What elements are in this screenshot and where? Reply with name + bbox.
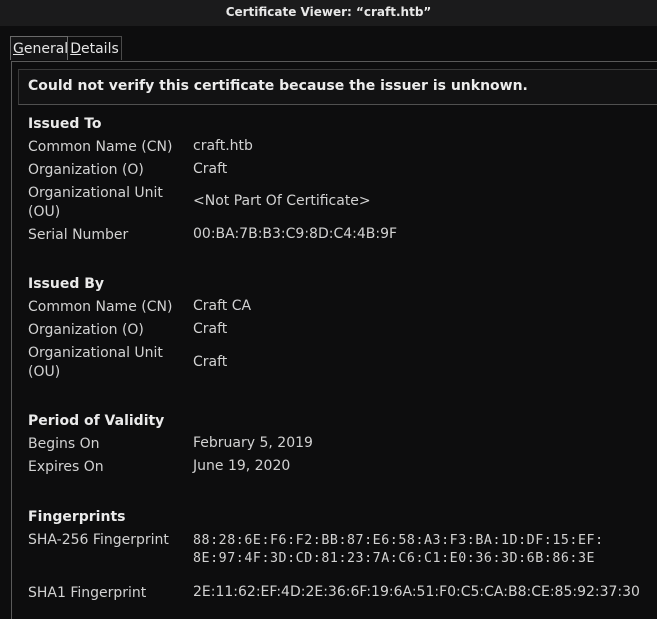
general-panel: Could not verify this certificate becaus…	[11, 61, 657, 619]
issued-to-cn-value: craft.htb	[193, 138, 253, 154]
issued-to-o-value: Craft	[193, 161, 228, 177]
expires-on-label: Expires On	[28, 459, 104, 475]
tab-details[interactable]: Details	[68, 36, 122, 60]
begins-on-value: February 5, 2019	[193, 435, 313, 451]
begins-on-label: Begins On	[28, 436, 100, 452]
issued-to-o-label: Organization (O)	[28, 162, 144, 178]
window-title: Certificate Viewer: “craft.htb”	[225, 5, 432, 19]
sha256-label: SHA-256 Fingerprint	[28, 532, 169, 548]
expires-on-value: June 19, 2020	[193, 458, 291, 474]
tab-bar: General Details	[0, 36, 657, 62]
verification-warning-box: Could not verify this certificate becaus…	[18, 69, 657, 105]
issued-to-ou-label: Organizational Unit (OU)	[28, 185, 163, 220]
issued-by-ou-label: Organizational Unit (OU)	[28, 345, 163, 380]
issued-by-o-label: Organization (O)	[28, 322, 144, 338]
sha256-value-line1: 88:28:6E:F6:F2:BB:87:E6:58:A3:F3:BA:1D:D…	[193, 533, 604, 548]
issued-to-ou-value: <Not Part Of Certificate>	[193, 193, 371, 209]
fingerprints-heading: Fingerprints	[28, 509, 126, 525]
issued-by-heading: Issued By	[28, 276, 105, 292]
issued-by-o-value: Craft	[193, 321, 228, 337]
validity-heading: Period of Validity	[28, 413, 165, 429]
tab-general-label: eneral	[23, 41, 69, 57]
issued-to-cn-label: Common Name (CN)	[28, 139, 173, 155]
issued-to-heading: Issued To	[28, 116, 102, 132]
verification-warning: Could not verify this certificate becaus…	[28, 78, 528, 94]
issued-by-cn-value: Craft CA	[193, 298, 252, 314]
sha1-label: SHA1 Fingerprint	[28, 585, 147, 601]
issued-by-ou-value: Craft	[193, 354, 228, 370]
tab-general[interactable]: General	[10, 36, 68, 60]
tab-general-mnemonic: G	[13, 41, 24, 57]
sha256-value-line2: 8E:97:4F:3D:CD:81:23:7A:C6:C1:E0:36:3D:6…	[193, 551, 596, 566]
issued-to-serial-value: 00:BA:7B:B3:C9:8D:C4:4B:9F	[193, 226, 398, 242]
tab-details-mnemonic: D	[70, 41, 81, 57]
issued-to-serial-label: Serial Number	[28, 227, 129, 243]
issued-by-cn-label: Common Name (CN)	[28, 299, 173, 315]
tab-details-label: etails	[81, 41, 119, 57]
window-titlebar[interactable]: Certificate Viewer: “craft.htb”	[0, 0, 657, 26]
sha1-value: 2E:11:62:EF:4D:2E:36:6F:19:6A:51:F0:C5:C…	[193, 584, 640, 600]
